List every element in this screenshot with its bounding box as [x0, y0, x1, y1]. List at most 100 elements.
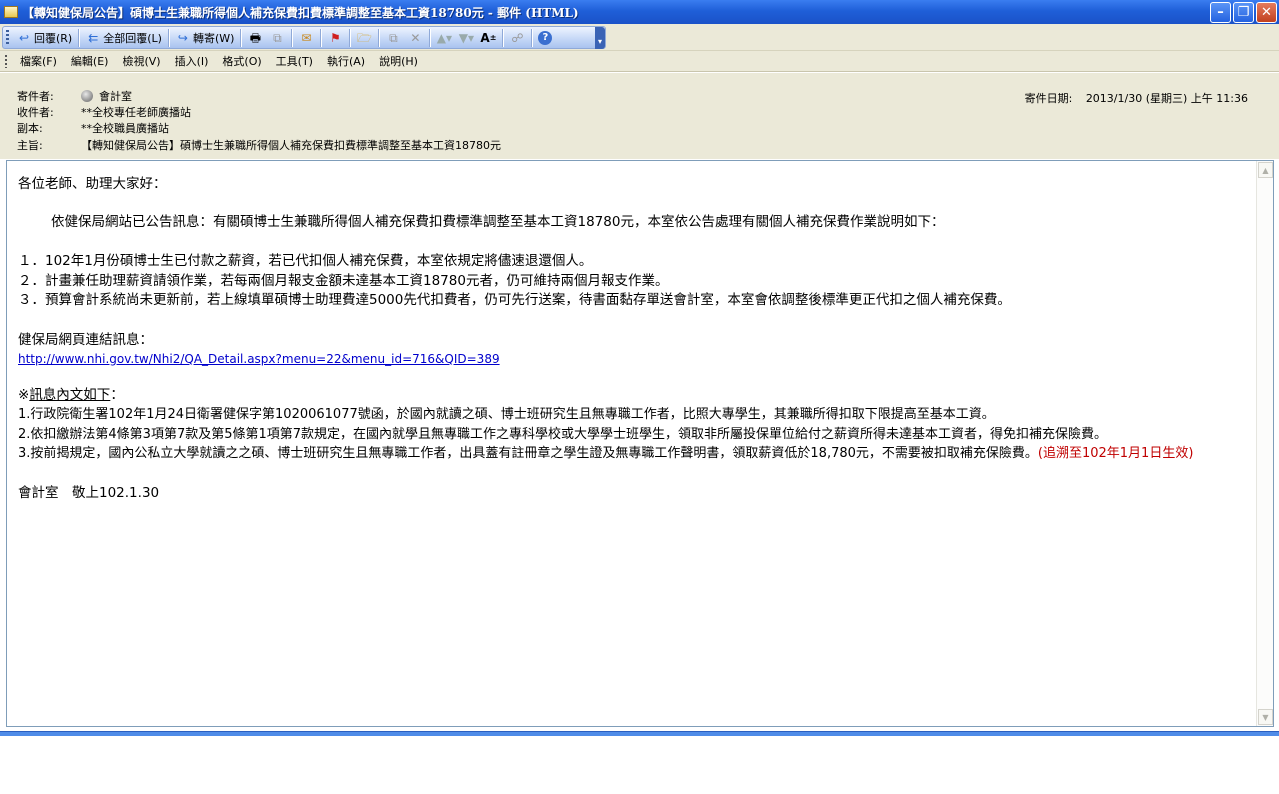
follow-up-button[interactable]: ⚑	[324, 28, 346, 48]
menu-format[interactable]: 格式(O)	[215, 53, 268, 69]
menu-view[interactable]: 檢視(V)	[115, 53, 167, 69]
minimize-button[interactable]: –	[1210, 1, 1231, 23]
menu-file[interactable]: 檔案(F)	[13, 53, 64, 69]
previous-item-button[interactable]: ▲▾	[433, 28, 455, 48]
standard-toolbar: ↩ 回覆(R) ⇇ 全部回覆(L) ↪ 轉寄(W) 🖶 ⧉ ✉ ⚑ 🗁 ⧉ ✕ …	[2, 26, 606, 49]
scroll-up-icon[interactable]: ▲	[1258, 162, 1273, 178]
window-bottom-border	[0, 731, 1279, 736]
subject-row: 主旨: 【轉知健保局公告】碩博士生兼職所得個人補充保費扣費標準調整至基本工資18…	[17, 137, 501, 153]
message-body[interactable]: 各位老師、助理大家好： 依健保局網站已公告訊息：有關碩博士生兼職所得個人補充保費…	[6, 160, 1274, 727]
close-button[interactable]: ✕	[1256, 1, 1277, 23]
intro-paragraph: 依健保局網站已公告訊息：有關碩博士生兼職所得個人補充保費扣費標準調整至基本工資1…	[51, 213, 945, 230]
envelope-icon: ✉	[301, 30, 312, 45]
address-book-button[interactable]: ☍	[506, 28, 528, 48]
sent-date-label: 寄件日期:	[1024, 92, 1073, 105]
copy-icon: ⧉	[273, 30, 282, 45]
folder-icon: 🗁	[356, 30, 372, 45]
font-size-button[interactable]: A ±	[477, 28, 499, 48]
forward-label: 轉寄(W)	[192, 31, 235, 45]
reply-all-label: 全部回覆(L)	[103, 31, 162, 45]
from-row: 寄件者: 會計室	[17, 88, 132, 104]
notice-prefix: ※	[18, 386, 30, 403]
document-icon: ⧉	[389, 30, 398, 45]
signature: 會計室 敬上102.1.30	[18, 484, 160, 501]
notice-heading-line: ※訊息內文如下：	[18, 386, 1233, 406]
print-button[interactable]: 🖶	[244, 28, 266, 48]
subject-value: 【轉知健保局公告】碩博士生兼職所得個人補充保費扣費標準調整至基本工資18780元	[81, 139, 501, 152]
delete-button[interactable]: ✕	[404, 28, 426, 48]
toolbar-separator	[378, 28, 380, 47]
reply-button[interactable]: ↩ 回覆(R)	[13, 28, 75, 48]
toolbar-grip[interactable]	[6, 30, 9, 45]
to-value[interactable]: **全校專任老師廣播站	[81, 104, 191, 120]
menu-edit[interactable]: 編輯(E)	[64, 53, 116, 69]
help-button[interactable]: ?	[535, 28, 555, 48]
toolbar-separator	[349, 28, 351, 47]
list-item: ３．預算會計系統尚未更新前，若上線填單碩博士助理費達5000先代扣費者，仍可先行…	[18, 292, 1011, 308]
help-icon: ?	[538, 30, 553, 45]
cc-label: 副本:	[17, 122, 43, 135]
list-item: １．102年1月份碩博士生已付款之薪資，若已代扣個人補充保費，本室依規定將儘速退…	[18, 253, 593, 269]
move-to-folder-button[interactable]: 🗁	[353, 28, 375, 48]
presence-icon	[81, 90, 93, 102]
menu-insert[interactable]: 插入(I)	[168, 53, 216, 69]
sent-date-value: 2013/1/30 (星期三) 上午 11:36	[1085, 92, 1248, 105]
menu-grip[interactable]	[5, 54, 7, 68]
to-row: 收件者: **全校專任老師廣播站	[17, 104, 191, 120]
down-arrow-icon: ▼▾	[458, 30, 475, 45]
subject-label: 主旨:	[17, 139, 43, 152]
forward-icon: ↪	[177, 30, 188, 45]
title-bar[interactable]: 【轉知健保局公告】碩博士生兼職所得個人補充保費扣費標準調整至基本工資18780元…	[0, 0, 1279, 24]
notice-colon: ：	[110, 386, 124, 403]
address-book-icon: ☍	[511, 30, 524, 45]
toolbar-separator	[320, 28, 322, 47]
notice-heading: 訊息內文如下	[29, 386, 111, 403]
cc-row: 副本: **全校職員廣播站	[17, 120, 169, 136]
email-window: 【轉知健保局公告】碩博士生兼職所得個人補充保費扣費標準調整至基本工資18780元…	[0, 0, 1279, 794]
from-value[interactable]: 會計室	[99, 88, 132, 104]
notice-item: 3.按前揭規定，國內公私立大學就讀之之碩、博士班研究生且無專職工作者，出具蓋有註…	[18, 446, 1038, 461]
scroll-down-icon[interactable]: ▼	[1258, 709, 1273, 725]
toolbar-separator	[531, 28, 533, 47]
delete-icon: ✕	[410, 30, 421, 45]
reply-label: 回覆(R)	[34, 31, 73, 45]
restore-button[interactable]: ❐	[1233, 1, 1254, 23]
font-size-icon: A ±	[480, 30, 497, 45]
reply-all-button[interactable]: ⇇ 全部回覆(L)	[82, 28, 165, 48]
notice-item-last: 3.按前揭規定，國內公私立大學就讀之之碩、博士班研究生且無專職工作者，出具蓋有註…	[18, 444, 1233, 464]
greeting: 各位老師、助理大家好：	[18, 176, 167, 192]
copy-button[interactable]: ⧉	[266, 28, 288, 48]
from-label: 寄件者:	[17, 90, 54, 103]
reply-all-icon: ⇇	[88, 30, 99, 45]
next-item-button[interactable]: ▼▾	[455, 28, 477, 48]
menu-help[interactable]: 說明(H)	[372, 53, 425, 69]
menu-bar: 檔案(F) 編輯(E) 檢視(V) 插入(I) 格式(O) 工具(T) 執行(A…	[0, 51, 1279, 72]
vertical-scrollbar[interactable]: ▲ ▼	[1256, 161, 1273, 726]
menu-actions[interactable]: 執行(A)	[320, 53, 372, 69]
categorize-button[interactable]: ✉	[295, 28, 317, 48]
toolbar-options-chevron-icon[interactable]: ▾	[595, 26, 605, 49]
cc-value[interactable]: **全校職員廣播站	[81, 120, 169, 136]
flag-icon: ⚑	[330, 30, 341, 45]
toolbar-separator	[291, 28, 293, 47]
nhi-link[interactable]: http://www.nhi.gov.tw/Nhi2/QA_Detail.asp…	[18, 352, 500, 366]
menu-tools[interactable]: 工具(T)	[269, 53, 320, 69]
sent-date: 寄件日期: 2013/1/30 (星期三) 上午 11:36	[1025, 90, 1248, 106]
print-icon: 🖶	[249, 30, 262, 45]
window-title: 【轉知健保局公告】碩博士生兼職所得個人補充保費扣費標準調整至基本工資18780元…	[22, 5, 579, 20]
link-heading: 健保局網頁連結訊息：	[18, 331, 153, 348]
forward-button[interactable]: ↪ 轉寄(W)	[172, 28, 237, 48]
toolbar-separator	[429, 28, 431, 47]
message-content: 各位老師、助理大家好： 依健保局網站已公告訊息：有關碩博士生兼職所得個人補充保費…	[18, 175, 1233, 503]
toolbar: ↩ 回覆(R) ⇇ 全部回覆(L) ↪ 轉寄(W) 🖶 ⧉ ✉ ⚑ 🗁 ⧉ ✕ …	[0, 24, 1279, 51]
mail-icon	[4, 6, 18, 18]
message-header: 寄件者: 會計室 收件者: **全校專任老師廣播站 副本: **全校職員廣播站 …	[0, 73, 1279, 159]
list-item: ２．計畫兼任助理薪資請領作業，若每兩個月報支金額未達基本工資18780元者，仍可…	[18, 272, 669, 289]
move-button[interactable]: ⧉	[382, 28, 404, 48]
toolbar-separator	[502, 28, 504, 47]
